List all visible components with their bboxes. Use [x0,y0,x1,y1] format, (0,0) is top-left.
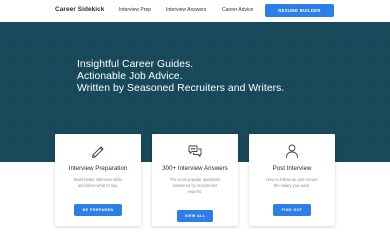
person-icon [284,143,300,159]
site-logo[interactable]: Career Sidekick [55,6,104,13]
card-description-line: experts. [187,189,203,194]
nav-link-interview-prep[interactable]: Interview Prep [119,7,151,13]
card-description: The most popular questions answered by r… [161,177,229,195]
card-interview-preparation: Interview Preparation Build better inter… [55,134,141,226]
card-title: Post Interview [272,165,312,172]
hero-headline-3: Written by Seasoned Recruiters and Write… [77,83,285,94]
card-title: Interview Preparation [68,165,128,172]
be-prepared-button[interactable]: BE PREPARED [74,204,122,216]
nav-link-career-advice[interactable]: Career Advice [222,7,253,13]
card-interview-answers: 300+ Interview Answers The most popular … [152,134,238,226]
hero-headline-2: Actionable Job Advice. [77,71,183,82]
card-description: Build better interview skills and know w… [64,177,132,189]
resume-builder-button[interactable]: RESUME BUILDER [265,4,334,17]
chat-bubbles-icon [187,143,203,159]
hero-headline-1: Insightful Career Guides. [77,59,194,70]
card-description-line: and know what to say. [77,183,119,188]
top-nav: Career Sidekick Interview Prep Interview… [0,0,390,22]
card-description-line: the salary you want. [273,183,311,188]
card-description: How to follow-up and secure the salary y… [258,177,326,189]
pencil-icon [90,143,106,159]
card-post-interview: Post Interview How to follow-up and secu… [249,134,335,226]
find-out-button[interactable]: FIND OUT [273,204,311,216]
view-all-button[interactable]: VIEW ALL [177,210,213,222]
nav-link-interview-answers[interactable]: Interview Answers [166,7,206,13]
card-title: 300+ Interview Answers [162,165,228,172]
